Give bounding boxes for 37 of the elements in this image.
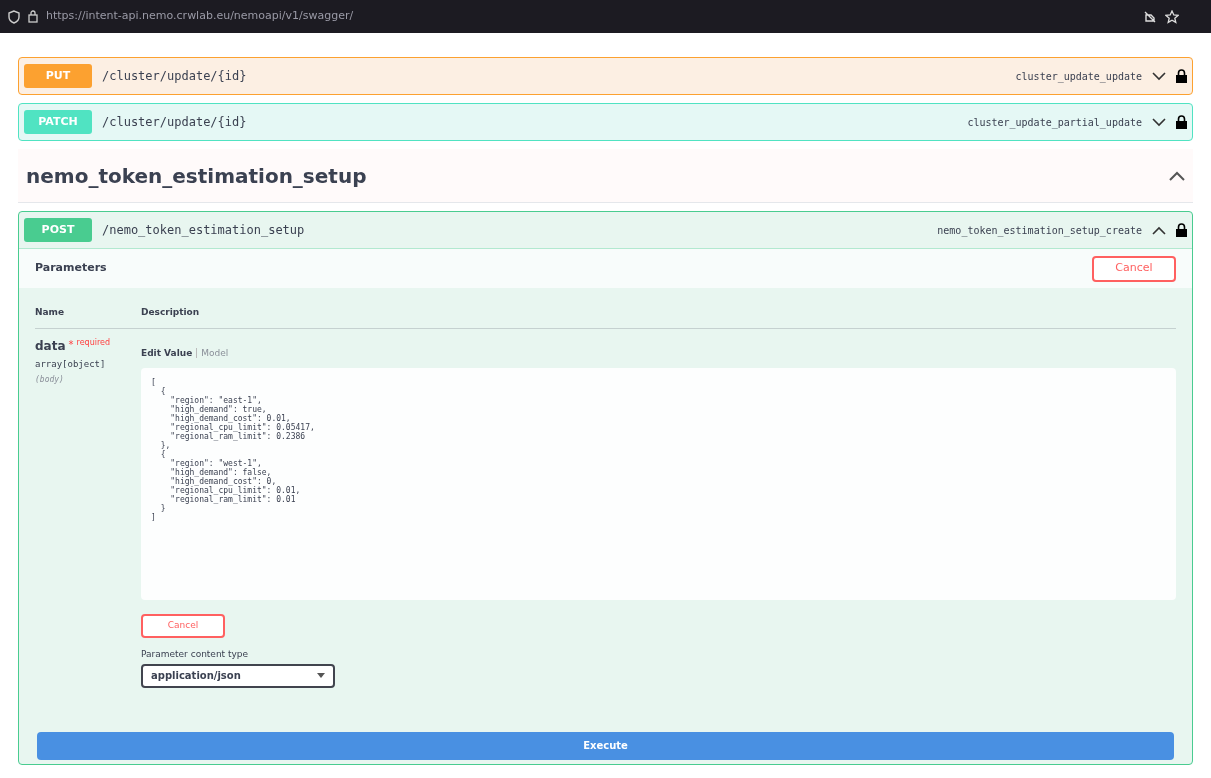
chevron-icon[interactable]	[1152, 71, 1166, 81]
operation-summary[interactable]: PUT /cluster/update/{id} cluster_update_update	[19, 58, 1192, 94]
content-type-select[interactable]: application/json	[141, 663, 335, 688]
editor-tab[interactable]: Edit Value	[141, 346, 193, 360]
shield-icon	[8, 9, 20, 24]
section-title: nemo_token_estimation_setup	[26, 162, 367, 190]
parameter-location: (body)	[35, 374, 65, 386]
endpoint-path: /cluster/update/{id}	[102, 114, 248, 131]
section-header[interactable]: nemo_token_estimation_setup	[18, 149, 1193, 203]
method-badge: PUT	[24, 64, 92, 88]
lock-icon[interactable]	[1176, 69, 1187, 83]
operation-id: cluster_update_update	[1015, 69, 1142, 84]
required-label: required	[76, 336, 111, 349]
column-header: Description	[141, 306, 200, 319]
endpoint-path: /cluster/update/{id}	[102, 68, 248, 85]
parameters-heading: Parameters	[35, 260, 107, 277]
lock-icon[interactable]	[1176, 223, 1187, 237]
operation-id: nemo_token_estimation_setup_create	[937, 223, 1142, 238]
star-icon[interactable]	[1165, 9, 1179, 24]
parameter-type: array[object]	[35, 357, 107, 371]
required-asterisk: *	[68, 337, 74, 352]
content-type-label: Parameter content type	[141, 648, 250, 661]
chevron-icon[interactable]	[1152, 117, 1166, 127]
method-badge: PATCH	[24, 110, 92, 134]
chevron-icon	[317, 673, 325, 678]
operation-id: cluster_update_partial_update	[967, 115, 1142, 130]
parameter-name: data	[35, 337, 66, 355]
json-editor[interactable]: [ { "region": "east-1", "high_demand": true, "high_demand_cost": 0.01, "regional_cpu_limit": 0.05417, "regional_ram_limit": 0.2386 }, { "region": "west-1", "high_demand": false, "high_demand_cost": 0, "regional_cpu_limit": 0.01, "regional_ram_limit": 0.01 } ]	[141, 368, 1176, 600]
chevron-icon[interactable]	[1152, 225, 1166, 235]
operation-summary[interactable]: PATCH /cluster/update/{id} cluster_update_partial_update	[19, 104, 1192, 140]
chevron-icon[interactable]	[1169, 170, 1185, 181]
lock-icon[interactable]	[1176, 115, 1187, 129]
lock-icon	[28, 10, 38, 23]
column-header: Name	[35, 306, 66, 319]
method-badge: POST	[24, 218, 92, 242]
operation-summary[interactable]: POST /nemo_token_estimation_setup nemo_token_estimation_setup_create	[19, 212, 1192, 248]
endpoint-path: /nemo_token_estimation_setup	[102, 222, 306, 239]
